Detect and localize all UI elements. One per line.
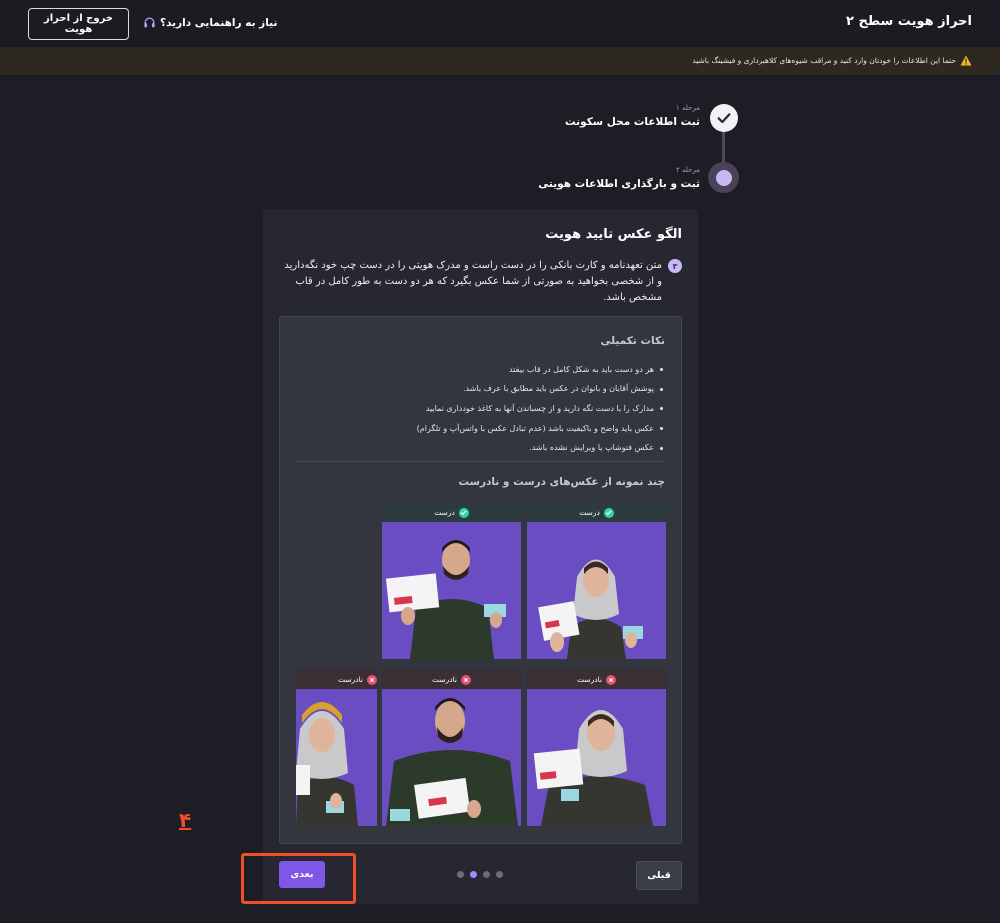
man-incorrect-pose-photo [382,689,521,826]
pagination-dot[interactable] [483,871,490,878]
sample-label: نادرست [338,675,363,684]
step-2-caption: مرحله ۲ [676,166,700,174]
woman-incorrect-pose-photo [527,689,666,826]
sample-label: نادرست [577,675,602,684]
annotation-highlight-box [241,853,356,904]
pagination-dot[interactable] [496,871,503,878]
close-icon [606,674,616,685]
step-1: مرحله ۱ ثبت اطلاعات محل سکونت [565,104,700,128]
annotation-step-number: ۴ [179,808,192,832]
sample-photo-correct-woman: درست [527,503,666,659]
top-bar: احراز هویت سطح ۲ خروج از احراز هویت نیاز… [0,0,1000,47]
close-icon [461,674,471,685]
step-2-active-indicator [708,162,739,193]
pagination-dots [457,871,503,878]
help-link-label: نیاز به راهنمایی دارید؟ [160,16,278,29]
sample-label: درست [434,508,455,517]
tip-item: عکس فتوشاپ یا ویرایش نشده باشد. [293,438,663,458]
card-title: الگو عکس تایید هویت [545,227,682,242]
help-link[interactable]: نیاز به راهنمایی دارید؟ [143,16,277,29]
step-2: مرحله ۲ ثبت و بارگذاری اطلاعات هویتی [538,166,700,190]
check-icon [458,507,469,518]
pagination-dot[interactable] [457,871,464,878]
warning-bar: حتما این اطلاعات را خودتان وارد کنید و م… [0,47,1000,75]
instruction-text: متن تعهدنامه و کارت بانکی را در دست راست… [284,260,662,303]
pagination-dot-active[interactable] [470,871,477,878]
samples-title: چند نمونه از عکس‌های درست و نادرست [458,476,666,488]
tips-list: هر دو دست باید به شکل کامل در قاب بیفتد … [293,360,663,458]
sample-photo-incorrect-man: نادرست [382,670,521,826]
sample-label: نادرست [432,675,457,684]
tip-item: پوشش آقایان و بانوان در عکس باید مطابق ب… [293,380,663,400]
man-holding-documents-photo [382,522,521,659]
sample-photo-correct-man: درست [382,503,521,659]
tip-item: مدارک را با دست نگه دارید و از چسباندن آ… [293,399,663,419]
sample-photo-incorrect-woman-partial: نادرست [296,670,377,826]
step-2-label: ثبت و بارگذاری اطلاعات هویتی [538,178,700,190]
warning-message: حتما این اطلاعات را خودتان وارد کنید و م… [692,56,956,65]
step-1-label: ثبت اطلاعات محل سکونت [565,116,700,128]
headset-icon [143,16,156,29]
step-1-caption: مرحله ۱ [676,104,700,112]
check-icon [603,507,614,518]
previous-button[interactable]: قبلی [636,861,682,890]
warning-icon [960,55,972,66]
woman-holding-documents-photo [527,522,666,659]
instruction-number-badge: ۳ [668,259,682,273]
tips-title: نکات تکمیلی [600,335,665,347]
page-title: احراز هویت سطح ۲ [846,14,972,29]
tip-item: عکس باید واضح و باکیفیت باشد (عدم تبادل … [293,419,663,439]
step-1-check-icon [710,104,738,132]
sample-photo-incorrect-woman: نادرست [527,670,666,826]
close-icon [367,674,377,685]
instruction: ۳ متن تعهدنامه و کارت بانکی را در دست را… [277,258,682,306]
divider [296,461,666,462]
exit-verification-button[interactable]: خروج از احراز هویت [28,8,129,40]
woman-yellow-scarf-photo [296,689,377,826]
tip-item: هر دو دست باید به شکل کامل در قاب بیفتد [293,360,663,380]
sample-label: درست [579,508,600,517]
